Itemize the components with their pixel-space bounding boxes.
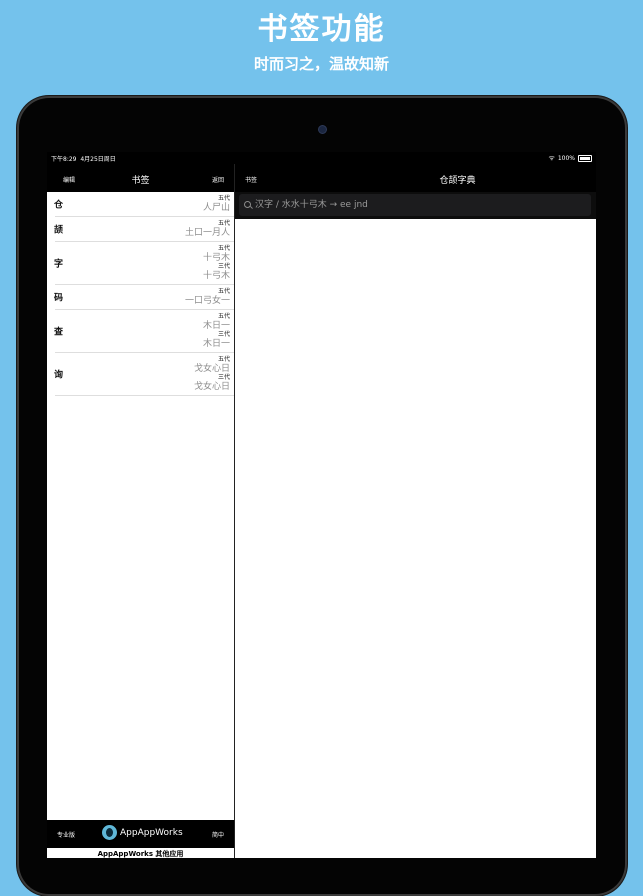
bookmark-char: 颉	[54, 225, 64, 236]
status-right: ᯤ 100%	[548, 154, 592, 163]
cangjie-generation-label: 三代	[217, 331, 230, 338]
bookmark-codes: 五代 土口一月人	[55, 217, 234, 241]
cangjie-generation-label: 五代	[217, 313, 230, 320]
cangjie-code: 土口一月人	[184, 228, 230, 238]
language-button[interactable]: 简中	[212, 830, 224, 839]
brand-label: AppAppWorks	[120, 827, 183, 838]
cangjie-code: 十弓木	[202, 271, 230, 281]
status-bar: 下午8:29 4月25日周日 ᯤ 100%	[47, 152, 596, 164]
bookmark-codes: 五代 人尸山	[55, 192, 234, 216]
status-clock: 下午8:29	[51, 156, 77, 163]
search-input[interactable]	[255, 194, 585, 216]
cangjie-generation-label: 五代	[217, 220, 230, 227]
cangjie-generation-label: 三代	[217, 374, 230, 381]
bookmarks-title: 书签	[131, 176, 150, 186]
bookmark-codes: 五代 十弓木 三代 十弓木	[55, 242, 234, 284]
battery-percent: 100%	[557, 155, 575, 162]
back-button[interactable]: 返回	[212, 175, 224, 184]
app-screen: 下午8:29 4月25日周日 ᯤ 100% 编辑 书签 返回 仓五代 人尸山颉五代…	[47, 152, 596, 858]
dictionary-title: 仓颉字典	[439, 176, 476, 186]
bookmark-row[interactable]: 码五代 一口弓女一	[54, 285, 234, 310]
bookmarks-nav-bar: 编辑 书签 返回	[47, 164, 234, 192]
cangjie-code: 十弓木	[202, 253, 230, 263]
bookmark-row[interactable]: 颉五代 土口一月人	[54, 217, 234, 242]
bookmarks-pane: 编辑 书签 返回 仓五代 人尸山颉五代 土口一月人字五代 十弓木 三代 十弓木码五代 一口弓…	[47, 164, 234, 858]
search-icon	[244, 201, 251, 208]
promo-subline: 时而习之，温故知新	[253, 55, 389, 73]
dictionary-pane: 书签 仓颉字典	[235, 164, 596, 858]
cangjie-code: 一口弓女一	[184, 296, 230, 306]
search-field	[239, 194, 591, 216]
bookmark-char: 仓	[54, 200, 64, 211]
bookmark-row[interactable]: 仓五代 人尸山	[54, 192, 234, 217]
search-bar	[235, 192, 596, 219]
battery-icon	[578, 155, 592, 162]
pro-version-button[interactable]: 专业版	[57, 830, 75, 839]
cangjie-generation-label: 五代	[217, 288, 230, 295]
status-date: 4月25日周日	[80, 156, 116, 163]
promo-headline: 书签功能	[257, 12, 386, 47]
dictionary-content	[235, 219, 596, 858]
bookmark-row[interactable]: 询五代 戈女心日 三代 戈女心日	[54, 353, 234, 396]
cangjie-code: 戈女心日	[193, 382, 230, 392]
dictionary-nav-bar: 书签 仓颉字典	[235, 164, 596, 192]
cangjie-generation-label: 五代	[217, 245, 230, 252]
bookmark-codes: 五代 一口弓女一	[55, 285, 234, 309]
bookmark-row[interactable]: 查五代 木日一 三代 木日一	[54, 310, 234, 353]
bookmark-codes: 五代 木日一 三代 木日一	[55, 310, 234, 352]
cangjie-generation-label: 三代	[217, 263, 230, 270]
camera-icon	[318, 125, 327, 134]
cangjie-code: 木日一	[202, 339, 230, 349]
appappworks-brand[interactable]: AppAppWorks	[102, 825, 183, 840]
bookmark-char: 询	[54, 370, 64, 381]
bookmark-codes: 五代 戈女心日 三代 戈女心日	[55, 353, 234, 395]
cangjie-code: 戈女心日	[193, 364, 230, 374]
status-time: 下午8:29 4月25日周日	[51, 154, 116, 163]
cangjie-generation-label: 五代	[217, 356, 230, 363]
bookmark-char: 字	[54, 259, 64, 270]
wifi-icon: ᯤ	[548, 154, 555, 162]
bookmarks-nav-button[interactable]: 书签	[245, 175, 257, 184]
bookmark-list: 仓五代 人尸山颉五代 土口一月人字五代 十弓木 三代 十弓木码五代 一口弓女一查五代 木日一三…	[47, 192, 234, 396]
bookmark-char: 查	[54, 327, 64, 338]
bookmarks-footer: 专业版 AppAppWorks 简中	[47, 820, 234, 848]
cangjie-code: 人尸山	[202, 203, 230, 213]
cangjie-code: 木日一	[202, 321, 230, 331]
cangjie-generation-label: 五代	[217, 195, 230, 202]
edit-button[interactable]: 编辑	[63, 175, 75, 184]
bookmark-row[interactable]: 字五代 十弓木 三代 十弓木	[54, 242, 234, 285]
bookmark-char: 码	[54, 293, 64, 304]
appappworks-logo-icon	[102, 825, 117, 840]
other-apps-link[interactable]: AppAppWorks 其他应用	[47, 848, 234, 858]
